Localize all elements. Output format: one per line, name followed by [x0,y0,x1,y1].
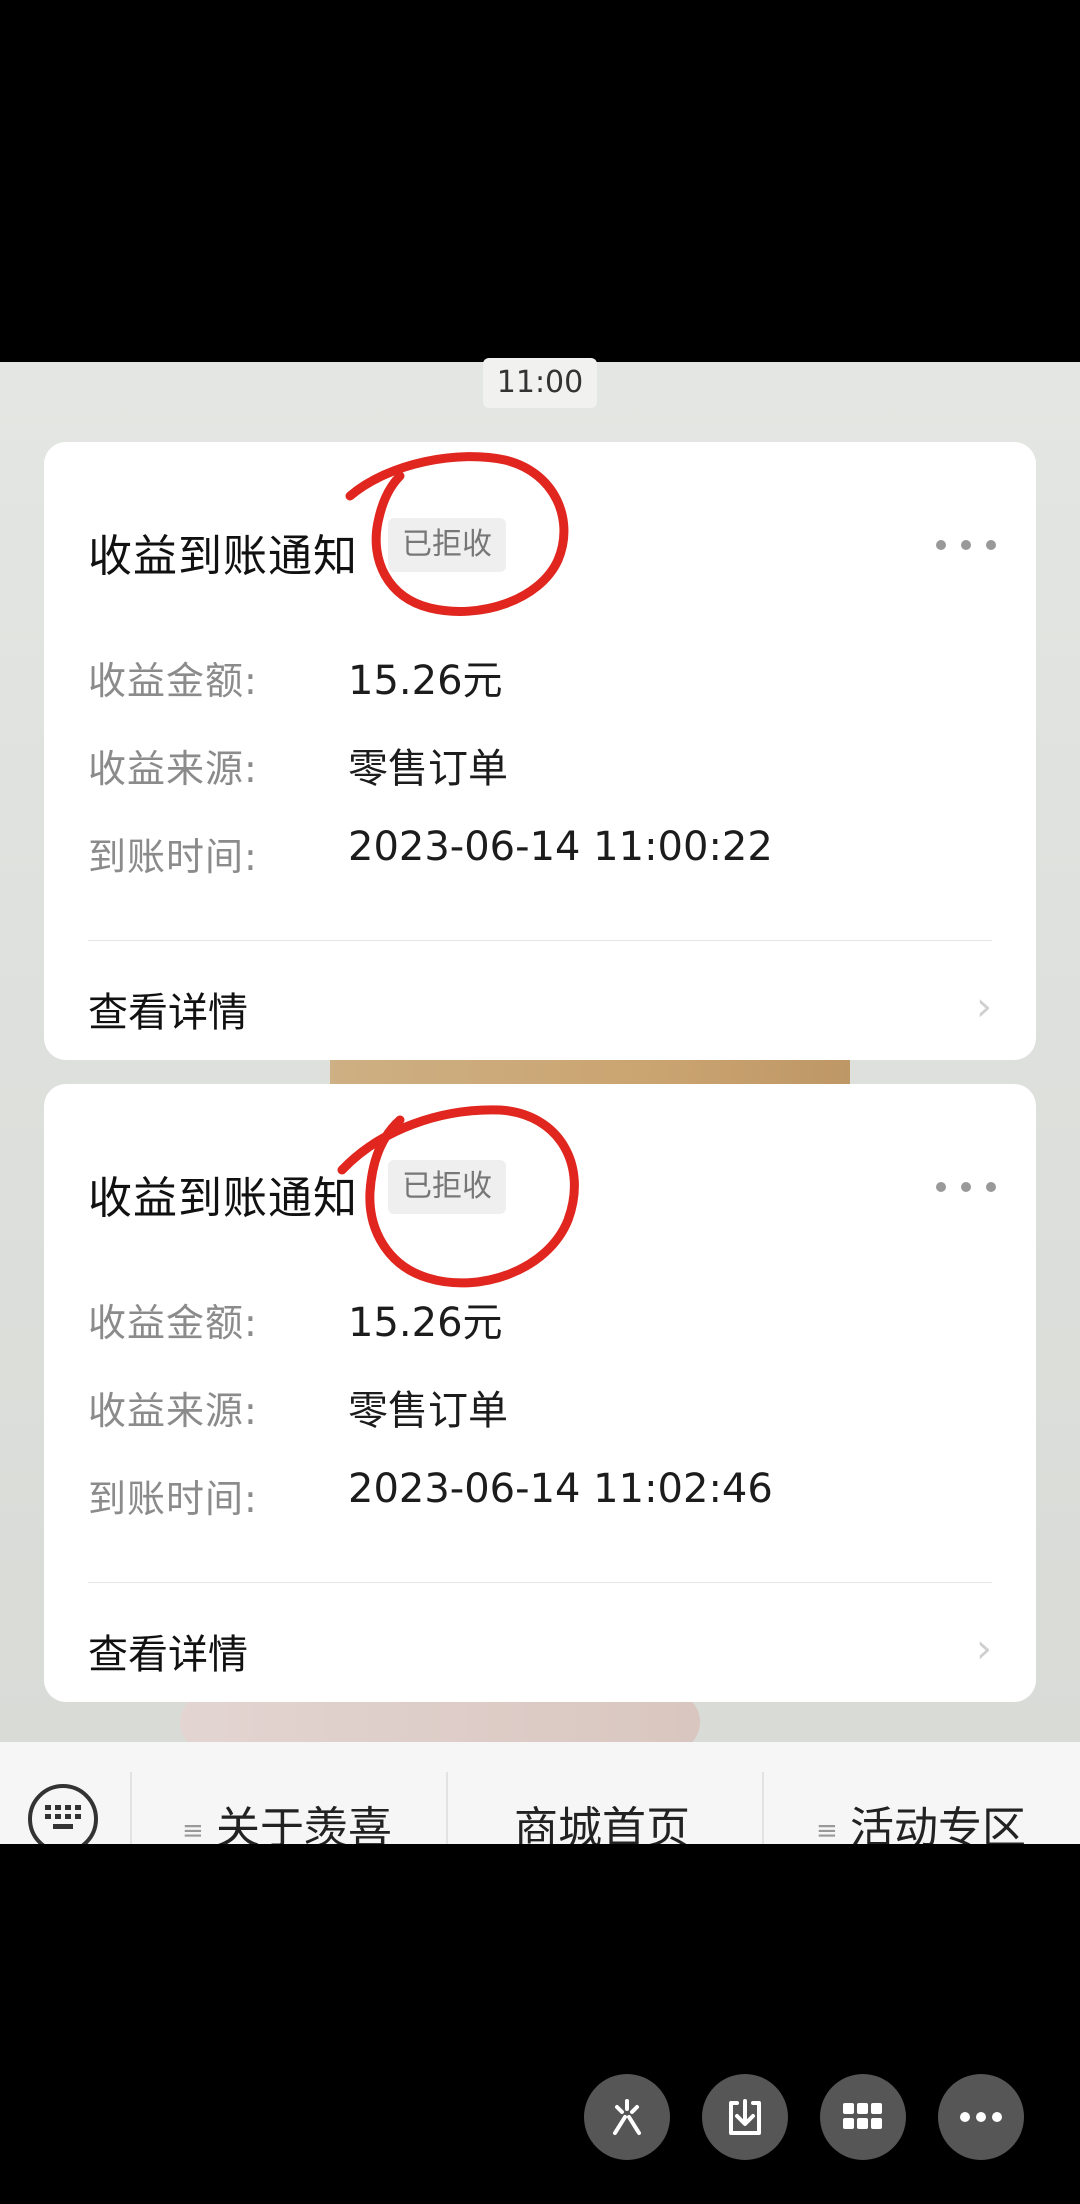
menu-divider [130,1772,132,1844]
menu-item-label: 活动专区 [850,1803,1026,1844]
view-details-link[interactable]: 查看详情 [88,1622,248,1680]
income-notification-card[interactable]: 收益到账通知 已拒收 收益金额: 15.26元 收益来源: 零售订单 到账时间:… [44,1084,1036,1702]
time-label: 到账时间: [88,1477,258,1521]
menu-item-label: 关于羡喜 [216,1803,392,1844]
time-value: 2023-06-14 11:02:46 [348,1466,773,1512]
menu-divider [446,1772,448,1844]
menu-item-about[interactable]: ≡ 关于羡喜 [182,1792,392,1844]
message-time: 11:00 [483,358,597,408]
download-icon[interactable] [702,2074,788,2160]
amount-label: 收益金额: [88,659,258,703]
apps-grid-icon[interactable] [820,2074,906,2160]
divider [88,1582,992,1583]
menu-divider [762,1772,764,1844]
chevron-right-icon: › [976,1626,992,1672]
more-icon[interactable] [938,2074,1024,2160]
more-icon[interactable] [936,538,996,552]
chevron-right-icon: › [976,984,992,1030]
source-label: 收益来源: [88,1389,258,1433]
card-title: 收益到账通知 [88,531,358,582]
official-account-menu: ≡ 关于羡喜 商城首页 ≡ 活动专区 [0,1742,1080,1844]
view-details-link[interactable]: 查看详情 [88,980,248,1038]
menu-icon: ≡ [182,1816,204,1844]
menu-icon: ≡ [816,1816,838,1844]
more-icon[interactable] [936,1180,996,1194]
time-label: 到账时间: [88,835,258,879]
source-label: 收益来源: [88,747,258,791]
amount-value: 15.26元 [348,658,503,704]
menu-item-activities[interactable]: ≡ 活动专区 [816,1792,1026,1844]
source-value: 零售订单 [348,746,508,792]
share-icon[interactable] [584,2074,670,2160]
status-badge: 已拒收 [388,518,506,572]
amount-value: 15.26元 [348,1300,503,1346]
amount-label: 收益金额: [88,1301,258,1345]
keyboard-icon[interactable] [28,1784,98,1844]
source-value: 零售订单 [348,1388,508,1434]
card-title: 收益到账通知 [88,1173,358,1224]
menu-item-shop-home[interactable]: 商城首页 [514,1792,690,1844]
income-notification-card[interactable]: 收益到账通知 已拒收 收益金额: 15.26元 收益来源: 零售订单 到账时间:… [44,442,1036,1060]
time-value: 2023-06-14 11:00:22 [348,824,773,870]
menu-item-label: 商城首页 [514,1803,690,1844]
status-badge: 已拒收 [388,1160,506,1214]
divider [88,940,992,941]
